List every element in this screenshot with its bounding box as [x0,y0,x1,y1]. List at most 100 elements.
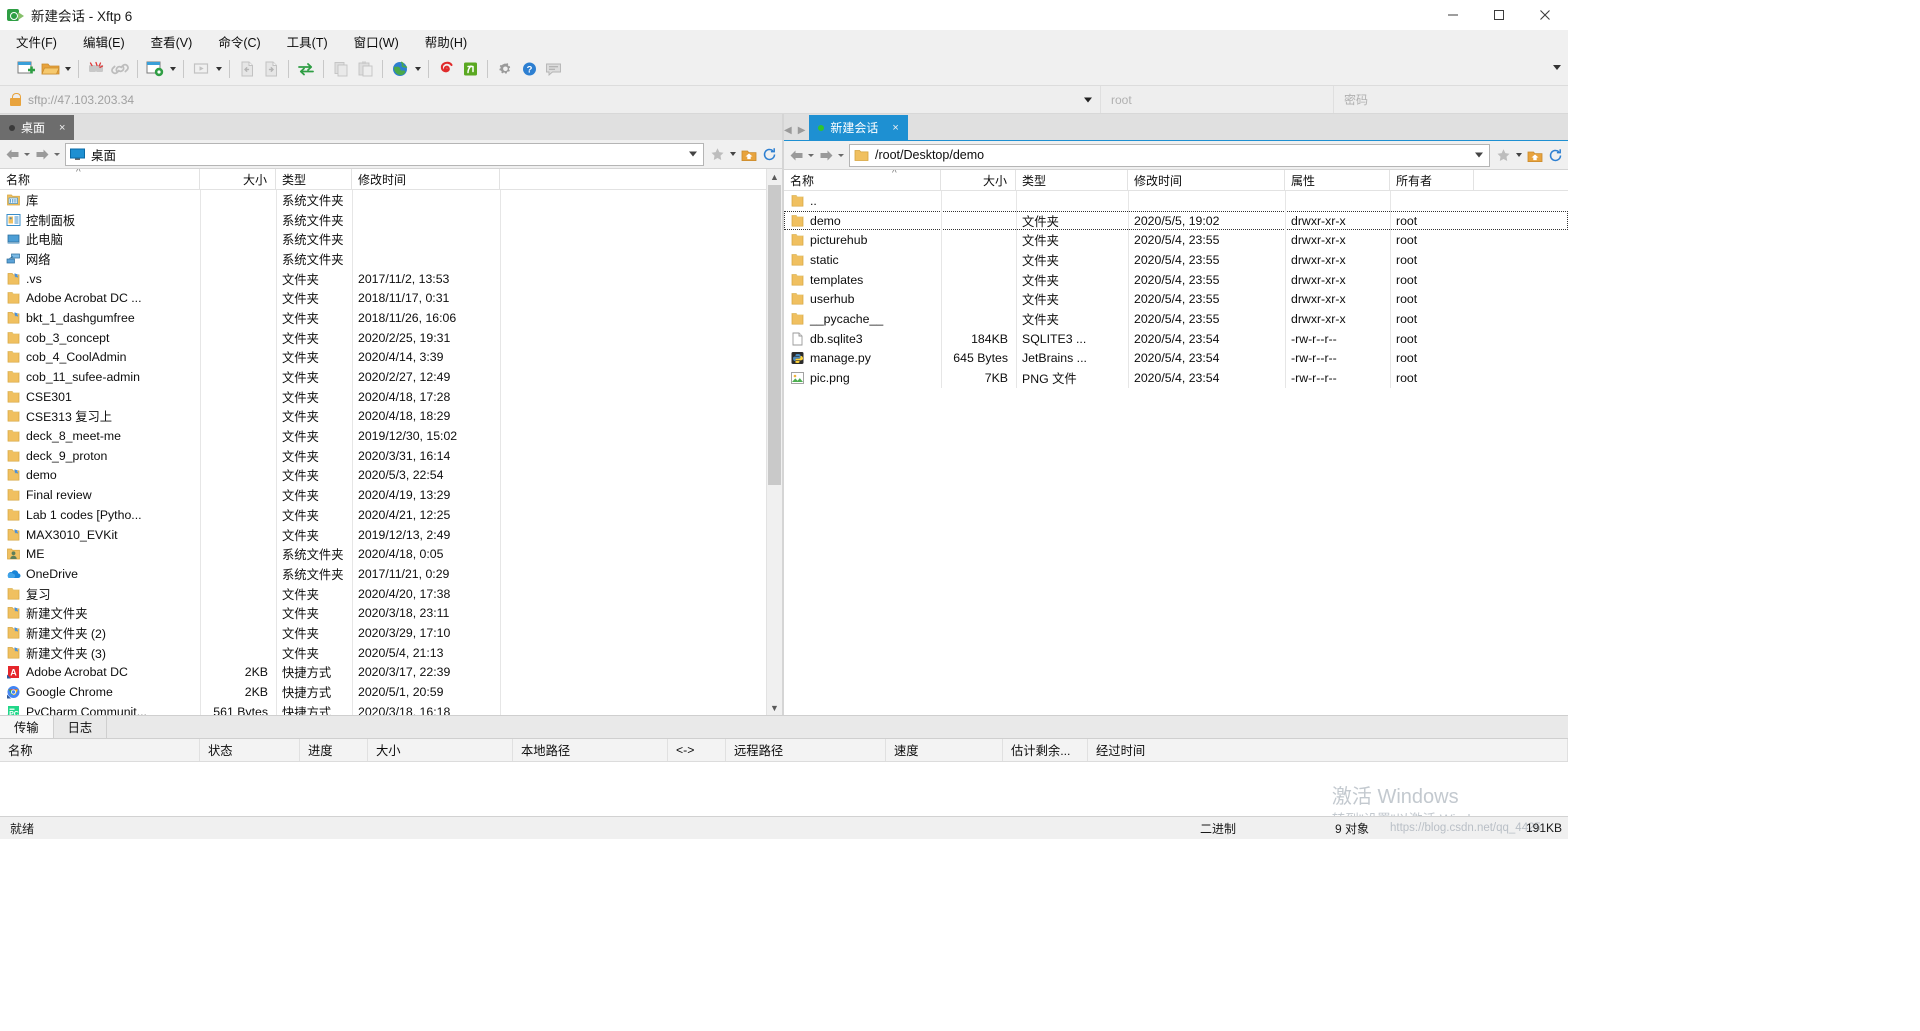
file-row[interactable]: MAX3010_EVKit 文件夹 2019/12/13, 2:49 [0,525,782,545]
transfer-col-progress[interactable]: 进度 [300,739,368,761]
menu-view[interactable]: 查看(V) [149,30,195,53]
chevron-down-icon[interactable] [1084,97,1092,102]
tab-local-desktop[interactable]: 桌面 × [0,115,75,140]
file-row[interactable]: .vs 文件夹 2017/11/2, 13:53 [0,269,782,289]
star-dropdown-icon[interactable] [728,144,738,165]
globe-icon[interactable] [388,57,412,81]
tab-remote-close-icon[interactable]: × [892,122,898,134]
tab-remote-session[interactable]: 新建会话 × [809,115,908,140]
disconnect-icon[interactable] [84,57,108,81]
link-icon[interactable] [108,57,132,81]
local-scroll-thumb[interactable] [768,185,781,485]
menu-file[interactable]: 文件(F) [14,30,59,53]
file-row[interactable]: CSE313 复习上 文件夹 2020/4/18, 18:29 [0,407,782,427]
refresh-icon[interactable] [1545,145,1566,166]
file-row[interactable]: pic.png 7KB PNG 文件 2020/5/4, 23:54 -rw-r--r-… [784,368,1568,388]
file-row[interactable]: Final review 文件夹 2020/4/19, 13:29 [0,485,782,505]
toolbar-overflow-icon[interactable] [1550,65,1564,70]
remote-path-dropdown-icon[interactable] [1475,152,1483,158]
minimize-icon[interactable] [1430,0,1476,30]
menu-command[interactable]: 命令(C) [216,30,262,53]
local-forward-button[interactable] [32,143,62,165]
run-icon[interactable] [189,57,213,81]
star-icon[interactable] [707,144,728,165]
home-folder-icon[interactable] [738,144,759,165]
file-row[interactable]: Adobe Acrobat DC ... 文件夹 2018/11/17, 0:31 [0,288,782,308]
transfer-left-icon[interactable] [235,57,259,81]
file-row[interactable]: userhub 文件夹 2020/5/4, 23:55 drwxr-xr-x root [784,289,1568,309]
file-row[interactable]: cob_4_CoolAdmin 文件夹 2020/4/14, 3:39 [0,348,782,368]
remote-forward-dropdown-icon[interactable] [836,153,845,157]
file-row[interactable]: Lab 1 codes [Pytho... 文件夹 2020/4/21, 12:25 [0,505,782,525]
remote-col-type[interactable]: 类型 [1016,170,1128,190]
remote-path-input[interactable]: /root/Desktop/demo [849,143,1490,167]
file-row[interactable]: 复习 文件夹 2020/4/20, 17:38 [0,584,782,604]
paste-icon[interactable] [353,57,377,81]
file-row[interactable]: 新建文件夹 (3) 文件夹 2020/5/4, 21:13 [0,643,782,663]
remote-forward-button[interactable] [816,144,846,166]
xshell-icon[interactable] [434,57,458,81]
session-settings-dropdown-icon[interactable] [167,57,178,81]
transfer-col-size[interactable]: 大小 [368,739,513,761]
local-col-name[interactable]: 名称 ^ [0,169,200,189]
local-forward-dropdown-icon[interactable] [52,152,61,156]
file-row[interactable]: demo 文件夹 2020/5/3, 22:54 [0,466,782,486]
run-dropdown-icon[interactable] [213,57,224,81]
star-dropdown-icon[interactable] [1514,145,1524,166]
url-field[interactable]: sftp://47.103.203.34 [0,86,1101,113]
username-field[interactable]: root [1101,86,1334,113]
file-row[interactable]: ME 系统文件夹 2020/4/18, 0:05 [0,544,782,564]
file-row[interactable]: PC PyCharm Communit... 561 Bytes 快捷方式 2020/3… [0,702,782,715]
open-folder-dropdown-icon[interactable] [62,57,73,81]
refresh-icon[interactable] [759,144,780,165]
remote-back-button[interactable] [786,144,816,166]
menu-window[interactable]: 窗口(W) [352,30,401,53]
remote-col-name[interactable]: 名称 ^ [784,170,941,190]
local-col-modified[interactable]: 修改时间 [352,169,500,189]
next-tab-icon[interactable]: ▶ [798,125,806,136]
menu-tools[interactable]: 工具(T) [285,30,330,53]
file-row[interactable]: cob_3_concept 文件夹 2020/2/25, 19:31 [0,328,782,348]
file-row[interactable]: deck_9_proton 文件夹 2020/3/31, 16:14 [0,446,782,466]
file-row[interactable]: Google Chrome 2KB 快捷方式 2020/5/1, 20:59 [0,682,782,702]
file-row[interactable]: cob_11_sufee-admin 文件夹 2020/2/27, 12:49 [0,367,782,387]
file-row[interactable]: 新建文件夹 (2) 文件夹 2020/3/29, 17:10 [0,623,782,643]
local-col-type[interactable]: 类型 [276,169,352,189]
star-icon[interactable] [1493,145,1514,166]
local-path-dropdown-icon[interactable] [689,151,697,157]
help-icon[interactable]: ? [517,57,541,81]
sync-transfer-icon[interactable] [294,57,318,81]
local-back-button[interactable] [2,143,32,165]
file-row[interactable]: deck_8_meet-me 文件夹 2019/12/30, 15:02 [0,426,782,446]
xmanager-icon[interactable] [458,57,482,81]
copy-icon[interactable] [329,57,353,81]
file-row[interactable]: OneDrive 系统文件夹 2017/11/21, 0:29 [0,564,782,584]
remote-back-dropdown-icon[interactable] [806,153,815,157]
file-row[interactable]: picturehub 文件夹 2020/5/4, 23:55 drwxr-xr-x ro… [784,230,1568,250]
local-path-input[interactable]: 桌面 [65,142,704,166]
file-row[interactable]: bkt_1_dashgumfree 文件夹 2018/11/26, 16:06 [0,308,782,328]
transfer-col-name[interactable]: 名称 [0,739,200,761]
home-folder-icon[interactable] [1524,145,1545,166]
remote-col-modified[interactable]: 修改时间 [1128,170,1285,190]
close-icon[interactable] [1522,0,1568,30]
remote-col-attrs[interactable]: 属性 [1285,170,1390,190]
transfer-list-body[interactable]: 激活 Windows 转到"设置"以激活 Windows。 [0,762,1568,827]
local-col-size[interactable]: 大小 [200,169,276,189]
file-row[interactable]: __pycache__ 文件夹 2020/5/4, 23:55 drwxr-xr-x r… [784,309,1568,329]
file-row[interactable]: 新建文件夹 文件夹 2020/3/18, 23:11 [0,603,782,623]
prev-tab-icon[interactable]: ◀ [784,125,792,136]
scroll-up-icon[interactable]: ▲ [767,169,782,184]
transfer-right-icon[interactable] [259,57,283,81]
transfer-col-status[interactable]: 状态 [200,739,300,761]
transfer-col-speed[interactable]: 速度 [886,739,1003,761]
transfer-col-local-path[interactable]: 本地路径 [513,739,668,761]
transfer-col-remote-path[interactable]: 远程路径 [726,739,886,761]
tab-log[interactable]: 日志 [53,716,108,738]
file-row[interactable]: 此电脑 系统文件夹 [0,229,782,249]
local-vertical-scrollbar[interactable]: ▲ ▼ [766,169,782,715]
file-row[interactable]: 库 系统文件夹 [0,190,782,210]
new-session-icon[interactable] [14,57,38,81]
local-back-dropdown-icon[interactable] [22,152,31,156]
local-col-blank[interactable] [500,169,768,189]
